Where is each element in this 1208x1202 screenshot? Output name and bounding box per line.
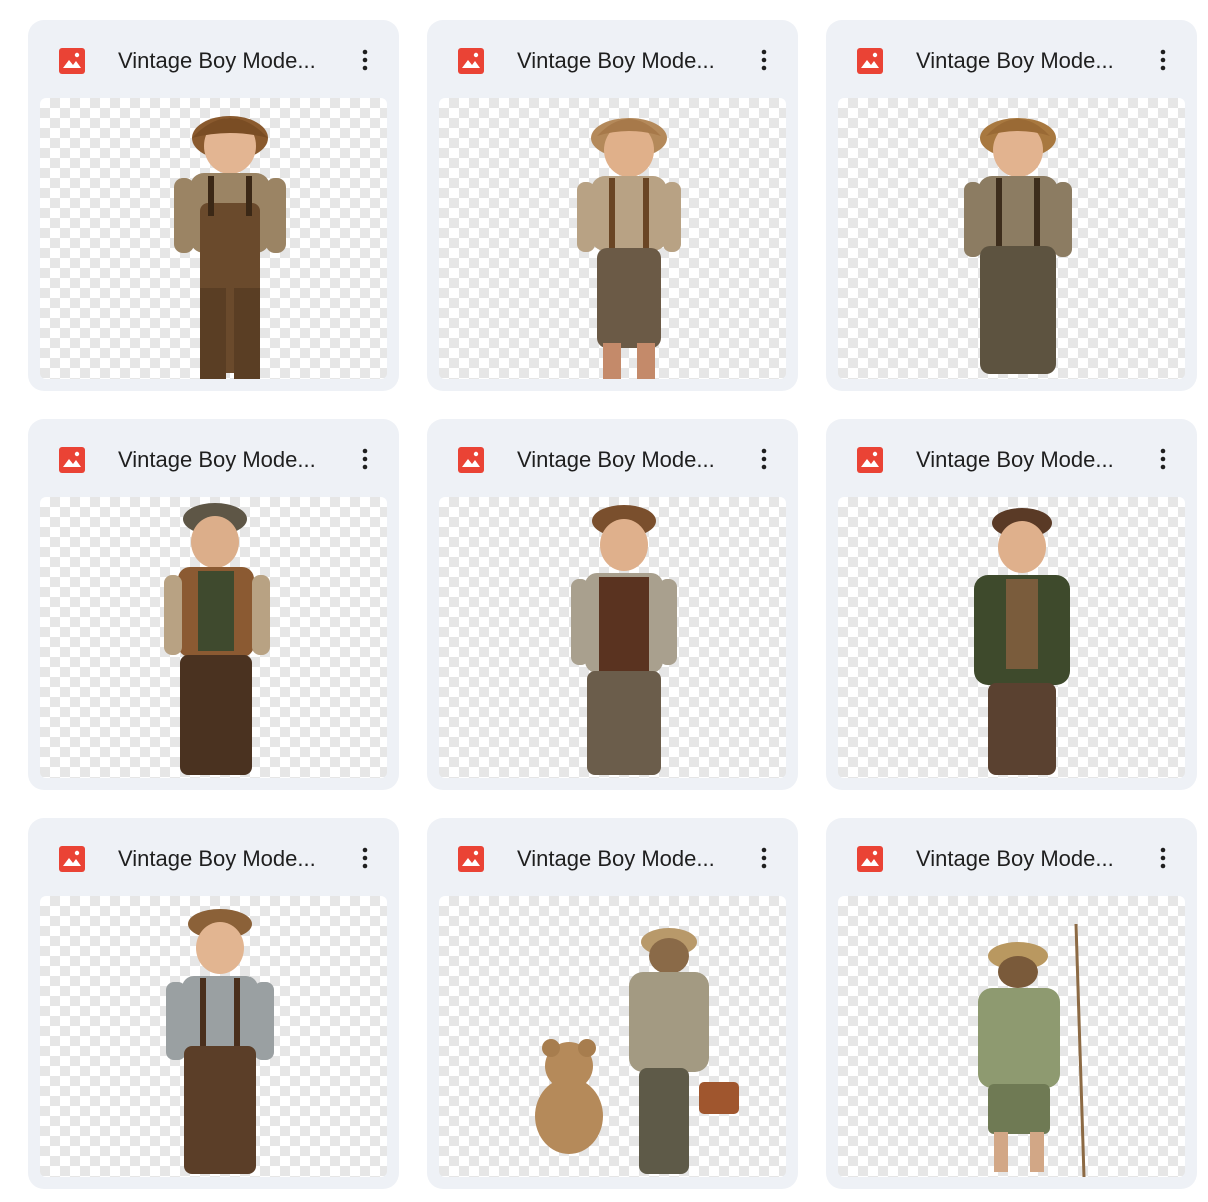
boy-photo [174,116,286,379]
image-file-icon [59,846,85,872]
more-vert-icon [1160,847,1166,869]
file-card-header: Vintage Boy Mode... [28,818,399,896]
image-file-icon [458,447,484,473]
image-file-icon [857,447,883,473]
file-name: Vintage Boy Mode... [118,447,316,472]
file-name: Vintage Boy Mode... [517,846,715,871]
file-thumbnail[interactable] [439,497,786,778]
file-card-header: Vintage Boy Mode... [826,20,1197,98]
file-card[interactable]: Vintage Boy Mode... [427,818,798,1189]
image-file-icon [458,846,484,872]
boy-photo [978,923,1086,1177]
image-file-icon [857,846,883,872]
boy-photo [964,118,1072,374]
more-options-button[interactable] [350,840,380,876]
image-file-icon [458,48,484,74]
more-options-button[interactable] [1148,840,1178,876]
more-options-button[interactable] [350,42,380,78]
file-card-header: Vintage Boy Mode... [826,818,1197,896]
more-options-button[interactable] [350,441,380,477]
file-name: Vintage Boy Mode... [118,846,316,871]
more-vert-icon [362,847,368,869]
more-vert-icon [362,49,368,71]
file-thumbnail[interactable] [40,497,387,778]
file-card-header: Vintage Boy Mode... [28,419,399,497]
file-thumbnail[interactable] [838,896,1185,1177]
more-options-button[interactable] [749,840,779,876]
image-file-icon [59,48,85,74]
file-card[interactable]: Vintage Boy Mode... [427,419,798,790]
file-name: Vintage Boy Mode... [916,48,1114,73]
file-card-header: Vintage Boy Mode... [28,20,399,98]
file-thumbnail[interactable] [838,98,1185,379]
file-name: Vintage Boy Mode... [517,48,715,73]
boy-photo [571,505,677,775]
more-vert-icon [1160,448,1166,470]
file-card[interactable]: Vintage Boy Mode... [826,20,1197,391]
file-card[interactable]: Vintage Boy Mode... [427,20,798,391]
more-vert-icon [761,49,767,71]
more-vert-icon [362,448,368,470]
file-grid: Vintage Boy Mode... Vintage Boy Mode... … [28,20,1197,1189]
file-card-header: Vintage Boy Mode... [427,20,798,98]
file-card[interactable]: Vintage Boy Mode... [28,419,399,790]
file-thumbnail[interactable] [439,896,786,1177]
more-vert-icon [1160,49,1166,71]
file-name: Vintage Boy Mode... [517,447,715,472]
image-file-icon [59,447,85,473]
more-options-button[interactable] [1148,42,1178,78]
file-name: Vintage Boy Mode... [916,447,1114,472]
file-card[interactable]: Vintage Boy Mode... [826,419,1197,790]
boy-photo [974,508,1070,775]
file-card[interactable]: Vintage Boy Mode... [826,818,1197,1189]
boy-photo [535,928,739,1174]
file-card[interactable]: Vintage Boy Mode... [28,818,399,1189]
more-options-button[interactable] [749,42,779,78]
file-card-header: Vintage Boy Mode... [826,419,1197,497]
boy-photo [577,118,681,379]
more-vert-icon [761,847,767,869]
file-name: Vintage Boy Mode... [916,846,1114,871]
file-card[interactable]: Vintage Boy Mode... [28,20,399,391]
boy-photo [166,909,274,1174]
more-vert-icon [761,448,767,470]
file-thumbnail[interactable] [838,497,1185,778]
file-thumbnail[interactable] [40,98,387,379]
image-file-icon [857,48,883,74]
file-card-header: Vintage Boy Mode... [427,419,798,497]
file-thumbnail[interactable] [40,896,387,1177]
file-name: Vintage Boy Mode... [118,48,316,73]
file-thumbnail[interactable] [439,98,786,379]
more-options-button[interactable] [1148,441,1178,477]
file-card-header: Vintage Boy Mode... [427,818,798,896]
more-options-button[interactable] [749,441,779,477]
boy-photo [164,503,270,775]
